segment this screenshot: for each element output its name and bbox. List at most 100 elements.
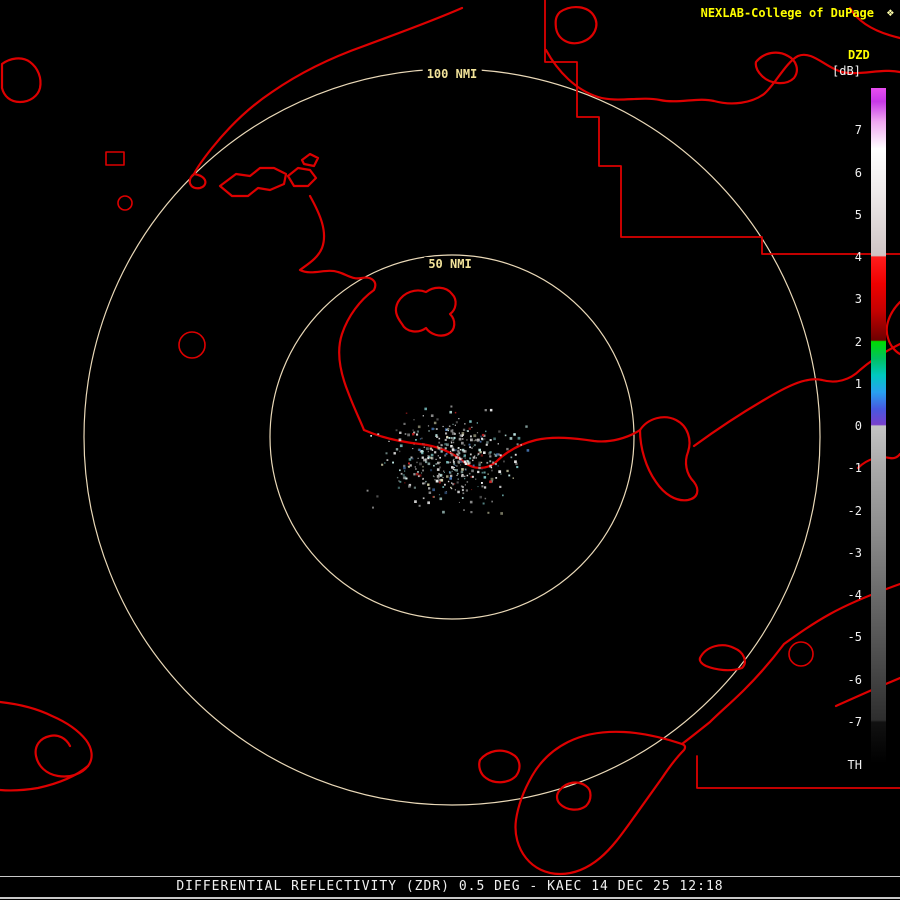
radar-echo-pixel [452, 438, 455, 441]
radar-echo-pixel [492, 462, 494, 464]
radar-echo-pixel [455, 412, 457, 414]
radar-echo-pixel [396, 448, 398, 450]
radar-echo-pixel [471, 470, 474, 473]
radar-echo-pixel [456, 421, 458, 423]
radar-echo-pixel [412, 448, 413, 449]
radar-echo-pixel [412, 433, 414, 435]
radar-echo-pixel [508, 475, 510, 477]
radar-echo-pixel [460, 449, 462, 451]
radar-echo-pixel [464, 454, 466, 456]
radar-echo-pixel [458, 461, 460, 463]
radar-echo-pixel [399, 438, 402, 441]
radar-echo-pixel [463, 492, 465, 494]
radar-echo-pixel [480, 496, 483, 499]
radar-echo-pixel [467, 481, 469, 483]
radar-echo-pixel [423, 443, 425, 445]
radar-echo-pixel [510, 437, 513, 440]
radar-echo-pixel [466, 489, 468, 491]
radar-echo-pixel [498, 465, 499, 466]
radar-echo-pixel [520, 444, 522, 446]
radar-echo-pixel [446, 443, 449, 446]
radar-echo-pixel [494, 453, 496, 455]
lake-bottom-inner-blob [557, 783, 591, 810]
radar-echo-pixel [491, 470, 493, 472]
radar-echo-pixel [434, 479, 436, 481]
radar-echo-pixel [414, 500, 417, 503]
radar-echo-pixel [442, 511, 445, 514]
radar-echo-pixel [408, 485, 411, 488]
radar-echo-pixel [486, 441, 488, 443]
radar-echo-pixel [471, 427, 472, 428]
radar-echo-pixel [418, 426, 421, 429]
radar-echo-pixel [461, 468, 464, 471]
radar-echo-pixel [444, 484, 446, 486]
colorbar-tick-label: -3 [834, 546, 862, 560]
radar-echo-pixel [462, 461, 463, 462]
radar-echo-pixel [500, 512, 503, 515]
radar-echo-pixel [473, 465, 475, 467]
radar-echo-pixel [414, 487, 416, 489]
island-inner-ring [396, 288, 456, 336]
colorbar-tick-label: -4 [834, 588, 862, 602]
radar-echo-pixel [481, 462, 482, 463]
radar-echo-pixel [489, 451, 491, 453]
radar-echo-pixel [491, 501, 493, 503]
radar-echo-pixel [469, 420, 472, 423]
radar-echo-pixel [516, 466, 518, 468]
radar-echo-pixel [460, 464, 461, 465]
radar-echo-pixel [493, 438, 496, 441]
radar-echo-pixel [452, 471, 453, 472]
radar-echo-pixel [422, 466, 424, 468]
radar-echo-pixel [473, 446, 474, 447]
radar-echo-pixel [481, 469, 482, 470]
radar-echo-pixel [446, 453, 448, 455]
radar-echo-pixel [440, 474, 443, 477]
radar-echo-pixel [416, 462, 417, 463]
radar-echo-pixel [484, 486, 486, 488]
radar-echo-pixel [404, 482, 405, 483]
radar-echo-pixel [455, 489, 456, 490]
radar-echo-pixel [421, 438, 423, 440]
status-bar-divider-bottom [0, 897, 900, 899]
colorbar-tick-label: -6 [834, 673, 862, 687]
radar-echo-pixel [422, 478, 424, 480]
colorbar-tick-label: -2 [834, 504, 862, 518]
radar-echo-pixel [367, 490, 369, 492]
radar-echo-pixel [454, 469, 456, 471]
radar-echo-pixel [455, 465, 456, 466]
radar-map-canvas [0, 0, 900, 900]
radar-echo-pixel [417, 471, 419, 473]
radar-echo-pixel [441, 479, 444, 482]
radar-echo-pixel [489, 481, 492, 484]
radar-echo-pixel [502, 495, 504, 497]
radar-echo-pixel [440, 447, 442, 449]
radar-echo-pixel [481, 454, 483, 456]
radar-echo-pixel [445, 439, 447, 441]
radar-echo-pixel [370, 435, 372, 437]
colorbar-tick-label: 5 [834, 208, 862, 222]
radar-echo-pixel [498, 470, 501, 473]
radar-echo-pixel [471, 447, 473, 449]
radar-echo-pixel [434, 451, 436, 453]
radar-echo-pixel [453, 424, 454, 425]
radar-echo-pixel [381, 464, 383, 466]
radar-echo-pixel [471, 489, 472, 490]
radar-echo-pixel [485, 431, 487, 433]
radar-echo-pixel [406, 413, 408, 415]
range-rings [84, 69, 820, 805]
radar-echo-pixel [445, 448, 447, 450]
radar-echo-pixel [454, 433, 456, 435]
radar-echo-pixel [464, 476, 466, 478]
radar-echo-pixel [443, 477, 444, 478]
radar-echo-pixel [428, 430, 429, 431]
radar-echo-pixel [438, 478, 439, 479]
radar-echo-pixel [485, 409, 487, 411]
radar-echo-pixel [484, 439, 485, 440]
radar-echo-pixel [511, 457, 513, 459]
radar-echo-pixel [478, 453, 480, 455]
radar-echo-pixel [448, 481, 449, 482]
radar-echo-pixel [404, 471, 405, 472]
radar-echo-pixel [444, 472, 445, 473]
radar-echo-pixel [514, 460, 517, 463]
radar-echo-pixel [459, 502, 460, 503]
